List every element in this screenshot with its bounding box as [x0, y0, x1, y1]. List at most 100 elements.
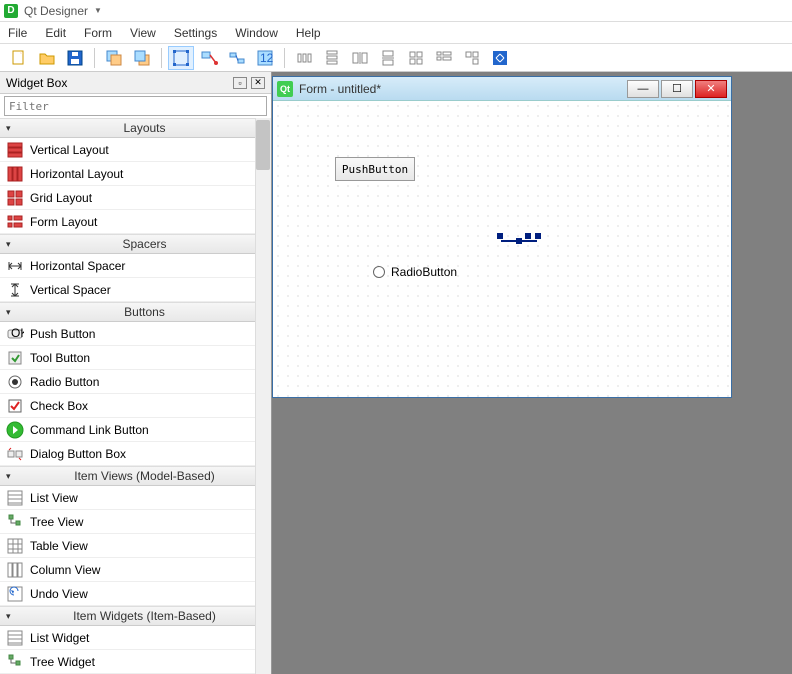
treev-icon	[6, 653, 24, 671]
menu-view[interactable]: View	[130, 26, 156, 40]
new-file-button[interactable]	[6, 46, 32, 70]
section-header[interactable]: ▾Layouts	[0, 118, 271, 138]
section-header[interactable]: ▾Buttons	[0, 302, 271, 322]
widget-item-label: Table View	[30, 539, 88, 553]
layout-form-button[interactable]	[431, 46, 457, 70]
layout-hsplit-button[interactable]	[347, 46, 373, 70]
filter-input[interactable]	[5, 97, 266, 115]
form-window[interactable]: Qt Form - untitled* — ☐ ✕ PushButton Rad…	[272, 76, 732, 398]
widget-item-label: Vertical Layout	[30, 143, 109, 157]
maximize-button[interactable]: ☐	[661, 80, 693, 98]
adjust-size-button[interactable]	[487, 46, 513, 70]
widget-item[interactable]: Tree View	[0, 510, 271, 534]
send-back-button[interactable]	[101, 46, 127, 70]
section-header[interactable]: ▾Item Widgets (Item-Based)	[0, 606, 271, 626]
undov-icon	[6, 585, 24, 603]
widget-item[interactable]: List View	[0, 486, 271, 510]
grid-icon	[6, 189, 24, 207]
pushbtn-icon: OK	[6, 325, 24, 343]
edit-widgets-button[interactable]	[168, 46, 194, 70]
edit-tab-order-button[interactable]: 123	[252, 46, 278, 70]
widget-item[interactable]: Vertical Layout	[0, 138, 271, 162]
qt-logo-icon: Qt	[277, 81, 293, 97]
edit-buddies-button[interactable]	[224, 46, 250, 70]
app-logo-icon: D	[4, 4, 18, 18]
colv-icon	[6, 561, 24, 579]
widget-box-panel: Widget Box ▫ ✕ ▾Layouts Vertical Layout Ho…	[0, 72, 272, 674]
widget-item[interactable]: Form Layout	[0, 210, 271, 234]
widget-item[interactable]: Tool Button	[0, 346, 271, 370]
break-layout-button[interactable]	[459, 46, 485, 70]
listv-icon	[6, 489, 24, 507]
menu-window[interactable]: Window	[235, 26, 278, 40]
widget-item[interactable]: Grid Layout	[0, 186, 271, 210]
menu-settings[interactable]: Settings	[174, 26, 217, 40]
radiob-icon	[6, 373, 24, 391]
layout-grid-button[interactable]	[403, 46, 429, 70]
chevron-down-icon: ▾	[6, 471, 18, 482]
close-button[interactable]: ✕	[695, 80, 727, 98]
widget-item-label: List View	[30, 491, 78, 505]
design-canvas[interactable]: Qt Form - untitled* — ☐ ✕ PushButton Rad…	[272, 72, 792, 674]
open-file-button[interactable]	[34, 46, 60, 70]
scrollbar[interactable]	[255, 118, 271, 674]
widget-item[interactable]: Command Link Button	[0, 418, 271, 442]
save-file-button[interactable]	[62, 46, 88, 70]
edit-signals-button[interactable]	[196, 46, 222, 70]
widget-box-title: Widget Box	[6, 76, 67, 90]
section-label: Item Widgets (Item-Based)	[18, 609, 271, 623]
horizontal-spacer-widget[interactable]	[497, 233, 541, 249]
widget-item-label: Vertical Spacer	[30, 283, 111, 297]
widget-item-label: Grid Layout	[30, 191, 92, 205]
toolbar-separator	[94, 48, 95, 68]
widget-item[interactable]: Radio Button	[0, 370, 271, 394]
widget-item-label: Tool Button	[30, 351, 90, 365]
widget-item-label: Tree View	[30, 515, 83, 529]
widget-item[interactable]: Horizontal Layout	[0, 162, 271, 186]
vspacer-icon	[6, 281, 24, 299]
widget-tree[interactable]: ▾Layouts Vertical Layout Horizontal Layout…	[0, 118, 271, 674]
pushbutton-widget[interactable]: PushButton	[335, 157, 415, 181]
widget-item[interactable]: Vertical Spacer	[0, 278, 271, 302]
section-label: Spacers	[18, 237, 271, 251]
radiobutton-widget[interactable]: RadioButton	[373, 265, 457, 279]
filter-field[interactable]	[4, 96, 267, 116]
widget-item[interactable]: Column View	[0, 558, 271, 582]
widget-item[interactable]: OK Push Button	[0, 322, 271, 346]
menu-file[interactable]: File	[8, 26, 27, 40]
radiobutton-label: RadioButton	[391, 265, 457, 279]
svg-text:OK: OK	[11, 326, 24, 340]
widget-item[interactable]: Dialog Button Box	[0, 442, 271, 466]
menu-form[interactable]: Form	[84, 26, 112, 40]
layout-vertical-button[interactable]	[319, 46, 345, 70]
titlebar: D Qt Designer ▼	[0, 0, 792, 22]
bring-front-button[interactable]	[129, 46, 155, 70]
widget-item[interactable]: Table View	[0, 534, 271, 558]
form-body[interactable]: PushButton RadioButton	[273, 101, 731, 397]
widget-item[interactable]: Undo View	[0, 582, 271, 606]
layout-horizontal-button[interactable]	[291, 46, 317, 70]
menubar: File Edit Form View Settings Window Help	[0, 22, 792, 44]
toolbtn-icon	[6, 349, 24, 367]
vlayout-icon	[6, 141, 24, 159]
panel-close-button[interactable]: ✕	[251, 77, 265, 89]
widget-item[interactable]: Horizontal Spacer	[0, 254, 271, 278]
menu-help[interactable]: Help	[296, 26, 321, 40]
widget-item-label: Tree Widget	[30, 655, 95, 669]
widget-item[interactable]: Check Box	[0, 394, 271, 418]
section-header[interactable]: ▾Item Views (Model-Based)	[0, 466, 271, 486]
section-label: Buttons	[18, 305, 271, 319]
form-titlebar[interactable]: Qt Form - untitled* — ☐ ✕	[273, 77, 731, 101]
layout-vsplit-button[interactable]	[375, 46, 401, 70]
widget-item-label: Undo View	[30, 587, 88, 601]
menu-edit[interactable]: Edit	[45, 26, 66, 40]
widget-item[interactable]: Tree Widget	[0, 650, 271, 674]
scrollbar-thumb[interactable]	[256, 120, 270, 170]
minimize-button[interactable]: —	[627, 80, 659, 98]
hspacer-icon	[6, 257, 24, 275]
section-header[interactable]: ▾Spacers	[0, 234, 271, 254]
panel-float-button[interactable]: ▫	[233, 77, 247, 89]
widget-item[interactable]: List Widget	[0, 626, 271, 650]
widget-item-label: Push Button	[30, 327, 95, 341]
widget-item-label: Horizontal Spacer	[30, 259, 125, 273]
